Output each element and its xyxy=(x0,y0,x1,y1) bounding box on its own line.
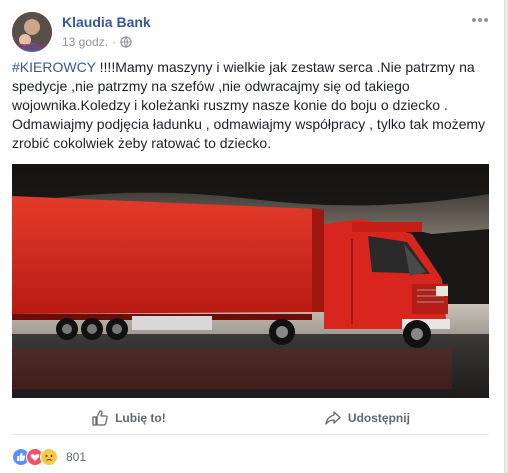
post-time[interactable]: 13 godz. xyxy=(62,35,108,49)
hashtag-link[interactable]: #KIEROWCY xyxy=(12,59,96,75)
avatar[interactable] xyxy=(12,12,52,52)
thumbs-up-icon xyxy=(92,410,108,426)
more-options-icon[interactable] xyxy=(470,12,490,28)
globe-icon xyxy=(120,36,132,48)
author-name[interactable]: Klaudia Bank xyxy=(62,14,151,30)
share-label: Udostępnij xyxy=(347,411,410,425)
reaction-icons xyxy=(12,448,58,466)
post-meta: 13 godz. · xyxy=(62,35,132,49)
like-button[interactable]: Lubię to! xyxy=(81,403,176,433)
post-card: Klaudia Bank 13 godz. · #KIEROWCY !!!!Ma… xyxy=(0,0,505,473)
share-icon xyxy=(325,411,341,425)
share-button[interactable]: Udostępnij xyxy=(314,403,420,433)
separator: · xyxy=(112,35,117,49)
reactions-summary[interactable]: 801 xyxy=(12,448,86,466)
post-text: #KIEROWCY !!!!Mamy maszyny i wielkie jak… xyxy=(12,58,490,153)
sad-icon xyxy=(40,448,58,466)
post-image[interactable] xyxy=(12,164,489,398)
like-label: Lubię to! xyxy=(115,411,166,425)
reaction-count[interactable]: 801 xyxy=(66,450,86,464)
action-bar: Lubię to! Udostępnij xyxy=(12,402,489,435)
